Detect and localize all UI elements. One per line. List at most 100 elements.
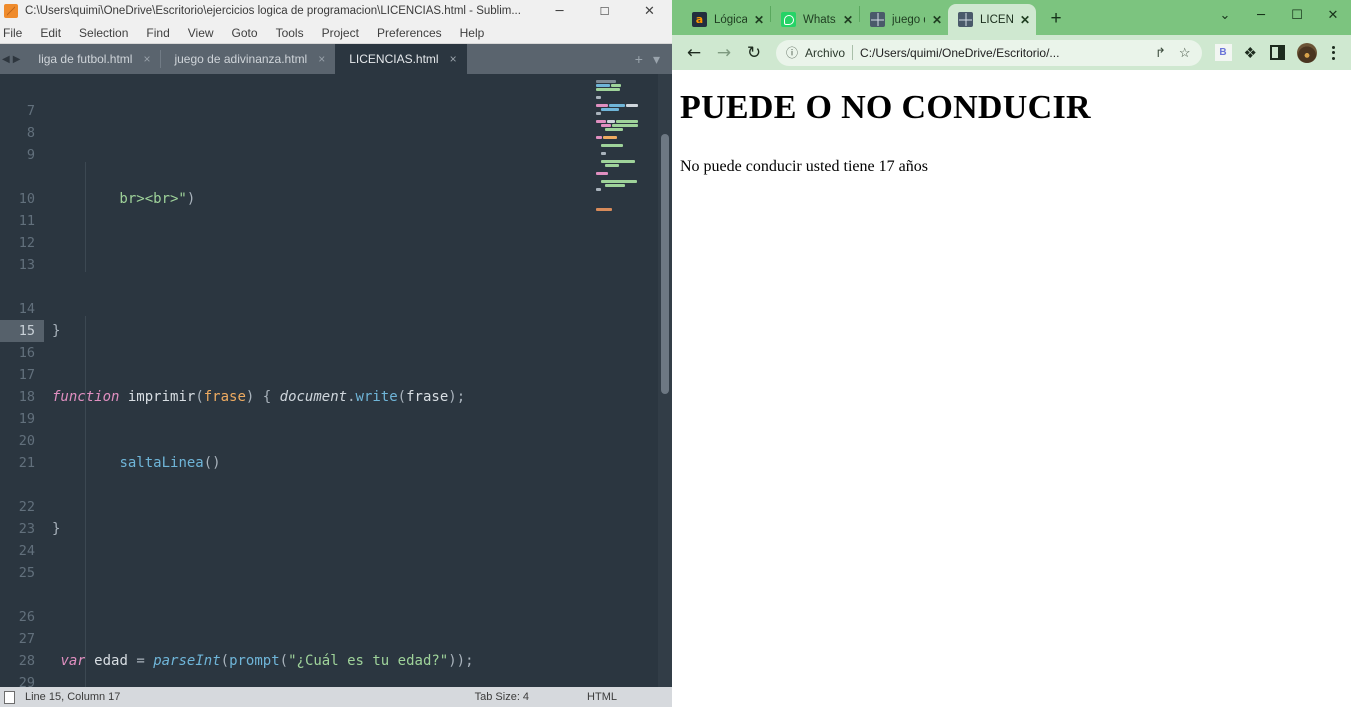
minimize-button[interactable]: ─: [537, 0, 582, 22]
line-number: 10: [18, 191, 35, 207]
editor-tab-juego-de-adivinanza[interactable]: juego de adivinanza.html ×: [160, 44, 336, 74]
code-line: var edad = parseInt(prompt("¿Cuál es tu …: [60, 653, 474, 669]
menu-preferences[interactable]: Preferences: [368, 22, 451, 43]
close-icon[interactable]: ✕: [932, 13, 942, 27]
line-number: 14: [18, 301, 35, 317]
syntax-label[interactable]: HTML: [587, 691, 672, 703]
tab-prev-icon[interactable]: ◀: [2, 54, 10, 65]
menu-view[interactable]: View: [179, 22, 223, 43]
chrome-window-controls: ⌄ ─ ☐ ✕: [1207, 0, 1351, 35]
code-line: br><br>"): [52, 191, 196, 207]
info-icon[interactable]: ⓘ: [786, 44, 798, 61]
cursor-position: Line 15, Column 17: [25, 691, 121, 703]
line-number: 25: [18, 565, 35, 581]
kebab-menu-icon[interactable]: [1323, 45, 1343, 60]
line-number: 16: [18, 345, 35, 361]
line-number: [0, 78, 44, 100]
bookmark-star-icon[interactable]: ☆: [1176, 45, 1194, 61]
amazon-icon: a: [692, 12, 707, 27]
globe-icon: [958, 12, 973, 27]
line-number: 22: [18, 499, 35, 515]
browser-tab-whatsapp[interactable]: WhatsÁ ✕: [771, 4, 859, 35]
sublime-window-controls: ─ ☐ ✕: [537, 0, 672, 22]
editor-tab-label: juego de adivinanza.html: [174, 52, 308, 66]
menu-find[interactable]: Find: [137, 22, 178, 43]
whatsapp-icon: [781, 12, 796, 27]
line-number: 8: [26, 125, 35, 141]
globe-icon: [870, 12, 885, 27]
side-panel-icon[interactable]: [1270, 45, 1285, 60]
sublime-title-bar: C:\Users\quimi\OneDrive\Escritorio\ejerc…: [0, 0, 672, 22]
extensions-puzzle-icon[interactable]: ❖: [1239, 44, 1262, 62]
sublime-logo-icon: [4, 4, 18, 18]
close-icon[interactable]: ×: [318, 52, 325, 66]
menu-file[interactable]: File: [0, 22, 31, 43]
browser-tab-title: juego d: [892, 13, 925, 26]
line-number: 11: [18, 213, 35, 229]
new-tab-icon[interactable]: +: [635, 51, 643, 67]
minimize-button[interactable]: ─: [1243, 0, 1279, 30]
menu-edit[interactable]: Edit: [31, 22, 70, 43]
menu-selection[interactable]: Selection: [70, 22, 137, 43]
page-content: PUEDE O NO CONDUCIR No puede conducir us…: [672, 70, 1351, 707]
code-line: }: [52, 323, 61, 339]
forward-button[interactable]: →: [710, 39, 738, 67]
search-tabs-button[interactable]: ⌄: [1207, 0, 1243, 30]
editor-tab-licencias[interactable]: LICENCIAS.html ×: [335, 44, 467, 74]
editor-body: 7 8 9 10 11 12 13 14 15 16 17 18 19 20 2…: [0, 74, 672, 691]
close-button[interactable]: ✕: [1315, 0, 1351, 30]
new-tab-button[interactable]: +: [1042, 5, 1070, 33]
back-button[interactable]: ←: [680, 39, 708, 67]
close-icon[interactable]: ×: [143, 52, 150, 66]
browser-tab-juego[interactable]: juego d ✕: [860, 4, 948, 35]
status-bar-right: Tab Size: 4 HTML: [475, 691, 672, 703]
url-text[interactable]: C:/Users/quimi/OneDrive/Escritorio/...: [860, 46, 1145, 60]
browser-tab-logica[interactable]: a Lógica ✕: [682, 4, 770, 35]
code-editor-area[interactable]: br><br>") } function imprimir(frase) { d…: [44, 74, 672, 687]
avatar[interactable]: [1297, 42, 1317, 63]
reload-button[interactable]: ↻: [740, 39, 768, 67]
close-icon[interactable]: ✕: [843, 13, 853, 27]
chevron-down-icon[interactable]: ▾: [653, 51, 660, 68]
browser-tab-licencias[interactable]: LICENC ✕: [948, 4, 1036, 35]
page-title: PUEDE O NO CONDUCIR: [680, 89, 1091, 126]
line-number: 21: [18, 455, 35, 471]
menu-project[interactable]: Project: [313, 22, 368, 43]
address-bar[interactable]: ⓘ Archivo C:/Users/quimi/OneDrive/Escrit…: [776, 39, 1202, 66]
close-icon[interactable]: ✕: [754, 13, 764, 27]
maximize-button[interactable]: ☐: [1279, 0, 1315, 30]
close-icon[interactable]: ✕: [1020, 13, 1030, 27]
tab-size-label[interactable]: Tab Size: 4: [475, 691, 587, 703]
scheme-label: Archivo: [805, 45, 846, 60]
line-number: 28: [18, 653, 35, 669]
line-number: 17: [18, 367, 35, 383]
menu-tools[interactable]: Tools: [267, 22, 313, 43]
menu-goto[interactable]: Goto: [223, 22, 267, 43]
extension-badge-icon[interactable]: B: [1214, 44, 1232, 61]
sublime-tab-bar: ◀ ▶ liga de futbol.html × juego de adivi…: [0, 44, 672, 74]
close-icon[interactable]: ×: [450, 52, 457, 66]
tab-next-icon[interactable]: ▶: [13, 54, 21, 65]
code-minimap[interactable]: [592, 74, 658, 687]
line-number: 20: [18, 433, 35, 449]
chrome-toolbar: ← → ↻ ⓘ Archivo C:/Users/quimi/OneDrive/…: [672, 35, 1351, 70]
sublime-text-window: C:\Users\quimi\OneDrive\Escritorio\ejerc…: [0, 0, 672, 707]
line-number-active: 15: [0, 320, 44, 342]
share-icon[interactable]: ↱: [1152, 45, 1169, 61]
editor-tab-liga-de-futbol[interactable]: liga de futbol.html ×: [24, 44, 161, 74]
line-number: 27: [18, 631, 35, 647]
maximize-button[interactable]: ☐: [582, 0, 627, 22]
line-number: [0, 276, 44, 298]
code-line: }: [52, 521, 61, 537]
menu-help[interactable]: Help: [451, 22, 494, 43]
tab-bar-actions: + ▾: [635, 44, 672, 74]
line-number: 26: [18, 609, 35, 625]
chrome-browser-window: a Lógica ✕ WhatsÁ ✕ juego d ✕ LICENC ✕ +: [672, 0, 1351, 707]
scrollbar-thumb[interactable]: [661, 134, 669, 394]
editor-scrollbar[interactable]: [658, 74, 672, 687]
close-button[interactable]: ✕: [627, 0, 672, 22]
sublime-status-bar: Line 15, Column 17 Tab Size: 4 HTML: [0, 687, 672, 707]
line-number: 7: [26, 103, 35, 119]
